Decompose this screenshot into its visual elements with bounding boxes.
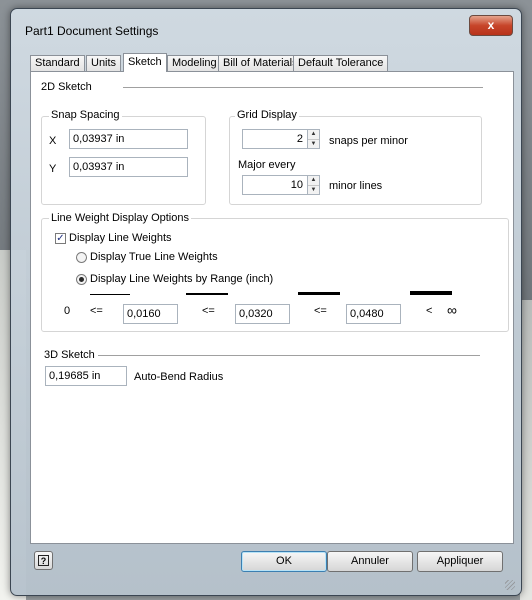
radio-true-line-weights[interactable] bbox=[76, 252, 87, 263]
le-label-1: <= bbox=[90, 305, 103, 317]
sketch-tab-panel: 2D Sketch Snap Spacing X 0,03937 in Y 0,… bbox=[30, 71, 514, 544]
major-every-label: Major every bbox=[238, 159, 296, 171]
close-icon: x bbox=[487, 18, 495, 32]
help-button[interactable]: ? bbox=[34, 551, 53, 570]
cancel-button[interactable]: Annuler bbox=[327, 551, 413, 572]
snaps-spinner[interactable]: ▲ ▼ bbox=[308, 129, 320, 149]
line-weight-title: Line Weight Display Options bbox=[49, 212, 191, 224]
window-title: Part1 Document Settings bbox=[25, 24, 159, 38]
snap-y-input[interactable]: 0,03937 in bbox=[69, 157, 188, 177]
tab-bill-of-materials[interactable]: Bill of Materials bbox=[218, 55, 303, 71]
radio-true-line-weights-label[interactable]: Display True Line Weights bbox=[90, 251, 218, 263]
tab-modeling[interactable]: Modeling bbox=[167, 55, 222, 71]
help-icon: ? bbox=[38, 555, 49, 566]
range-value-3[interactable]: 0,0480 bbox=[346, 304, 401, 324]
apply-button[interactable]: Appliquer bbox=[417, 551, 503, 572]
section-divider-3d bbox=[98, 355, 480, 356]
document-settings-dialog: Part1 Document Settings x Standard Units… bbox=[10, 8, 522, 596]
infinity-icon: ∞ bbox=[447, 302, 457, 318]
line-weight-sample-4 bbox=[410, 291, 452, 295]
spin-up-icon[interactable]: ▲ bbox=[308, 130, 319, 140]
snap-x-input[interactable]: 0,03937 in bbox=[69, 129, 188, 149]
range-value-2[interactable]: 0,0320 bbox=[235, 304, 290, 324]
snap-spacing-title: Snap Spacing bbox=[49, 109, 122, 121]
tab-sketch[interactable]: Sketch bbox=[123, 53, 167, 72]
section-divider bbox=[123, 87, 483, 88]
section-title-2d-sketch: 2D Sketch bbox=[41, 81, 92, 93]
line-weight-sample-3 bbox=[298, 292, 340, 295]
title-bar[interactable]: Part1 Document Settings x bbox=[11, 9, 521, 47]
radio-line-weights-by-range[interactable] bbox=[76, 274, 87, 285]
auto-bend-radius-label: Auto-Bend Radius bbox=[134, 371, 224, 383]
major-spinner[interactable]: ▲ ▼ bbox=[308, 175, 320, 195]
range-start-label: 0 bbox=[64, 305, 71, 317]
resize-grip-icon[interactable] bbox=[505, 580, 515, 590]
snaps-per-minor-label: snaps per minor bbox=[329, 135, 408, 147]
le-label-2: <= bbox=[202, 305, 215, 317]
x-label: X bbox=[49, 135, 57, 147]
tab-default-tolerance[interactable]: Default Tolerance bbox=[293, 55, 389, 71]
ok-button[interactable]: OK bbox=[241, 551, 327, 572]
le-label-3: <= bbox=[314, 305, 327, 317]
section-title-3d-sketch: 3D Sketch bbox=[44, 349, 95, 361]
close-button[interactable]: x bbox=[469, 15, 513, 36]
snaps-per-minor-input[interactable]: 2 bbox=[242, 129, 308, 149]
tab-units[interactable]: Units bbox=[86, 55, 122, 71]
tab-standard[interactable]: Standard bbox=[30, 55, 85, 71]
display-line-weights-label[interactable]: Display Line Weights bbox=[69, 232, 172, 244]
grid-display-title: Grid Display bbox=[235, 109, 299, 121]
auto-bend-radius-input[interactable]: 0,19685 in bbox=[45, 366, 127, 386]
line-weight-sample-1 bbox=[90, 294, 130, 295]
spin-up-icon[interactable]: ▲ bbox=[308, 176, 319, 186]
line-weight-sample-2 bbox=[186, 293, 228, 295]
y-label: Y bbox=[49, 163, 57, 175]
lt-label: < bbox=[426, 305, 433, 317]
range-value-1[interactable]: 0,0160 bbox=[123, 304, 178, 324]
radio-line-weights-by-range-label[interactable]: Display Line Weights by Range (inch) bbox=[90, 273, 273, 285]
spin-down-icon[interactable]: ▼ bbox=[308, 140, 319, 149]
display-line-weights-checkbox[interactable]: ✓ bbox=[55, 233, 66, 244]
major-every-input[interactable]: 10 bbox=[242, 175, 308, 195]
spin-down-icon[interactable]: ▼ bbox=[308, 186, 319, 195]
checkmark-icon: ✓ bbox=[56, 233, 65, 244]
minor-lines-label: minor lines bbox=[329, 180, 383, 192]
